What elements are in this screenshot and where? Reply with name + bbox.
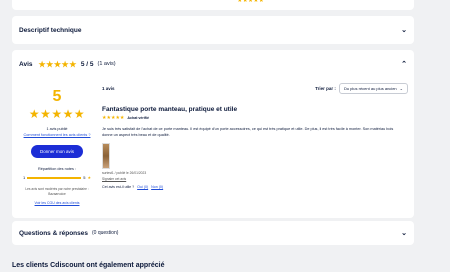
previous-section-strip: ★★★★★ xyxy=(12,0,414,10)
avis-score: 5 / 5 xyxy=(80,60,94,68)
review-title: Fantastique porte manteau, pratique et u… xyxy=(102,106,238,113)
descriptif-technique-section[interactable]: Descriptif technique ⌄ xyxy=(12,16,414,44)
helpful-no-button[interactable]: Non (0) xyxy=(151,185,163,189)
helpful-question: Cet avis est-il utile ? xyxy=(102,185,135,189)
review-photo[interactable] xyxy=(102,143,110,169)
rep-bar xyxy=(27,176,82,179)
report-link[interactable]: Signaler cet avis xyxy=(102,177,414,181)
rep-count: 1 xyxy=(22,175,26,180)
repartition-title: Répartition des notes : xyxy=(38,167,76,171)
review-author: surtest1 / publié le 26/01/2023 xyxy=(102,171,147,175)
avis-section: Avis ★★★★★ 5 / 5 (1 avis) ⌃ 5 ★★★★★ 1 av… xyxy=(12,50,414,218)
questions-section[interactable]: Questions & réponses (0 question) ⌄ xyxy=(12,221,414,245)
avis-header[interactable]: Avis ★★★★★ 5 / 5 (1 avis) ⌃ xyxy=(12,50,414,78)
big-score: 5 xyxy=(52,88,62,105)
star-icon: ★ xyxy=(87,175,92,180)
avis-stars: ★★★★★ xyxy=(38,59,77,69)
helpful-yes-button[interactable]: Oui (0) xyxy=(137,185,148,189)
cgu-link[interactable]: Voir les CGU des avis clients xyxy=(12,201,102,205)
chevron-down-icon[interactable]: ⌄ xyxy=(401,229,407,237)
verified-badge: Achat vérifié xyxy=(127,116,149,120)
rating-summary: 5 ★★★★★ 1 avis publié Comment fonctionne… xyxy=(12,80,102,205)
review-stars: ★★★★★ xyxy=(102,115,125,121)
review-text: Je suis très satisfait de l'achat de ce … xyxy=(102,127,394,137)
sort-select[interactable]: Du plus récent au plus ancien ⌄ xyxy=(338,82,408,94)
sort-label: Trier par : xyxy=(315,85,336,91)
rep-row-5[interactable]: 1 5 ★ xyxy=(12,175,102,180)
moderation-note: Les avis sont modérés par notre prestata… xyxy=(25,187,89,196)
reviews-count: 1 avis publié xyxy=(46,127,68,131)
chevron-up-icon[interactable]: ⌃ xyxy=(401,60,407,68)
avis-count: (1 avis) xyxy=(97,61,116,67)
chevron-down-icon: ⌄ xyxy=(399,85,403,91)
give-review-button[interactable]: Donner mon avis xyxy=(30,145,84,158)
descriptif-title: Descriptif technique xyxy=(19,26,82,34)
big-stars: ★★★★★ xyxy=(28,107,86,121)
top-rating-stars: ★★★★★ xyxy=(237,0,264,4)
questions-count: (0 question) xyxy=(92,230,119,236)
reviews-number: 1 avis xyxy=(102,85,115,91)
avis-title: Avis xyxy=(19,60,33,68)
rep-label: 5 xyxy=(83,175,86,180)
how-reviews-link[interactable]: Comment fonctionnent les avis clients ? xyxy=(12,133,102,137)
chevron-down-icon[interactable]: ⌄ xyxy=(401,26,407,34)
also-liked-title: Les clients Cdiscount ont également appr… xyxy=(12,262,165,269)
reviews-list: 1 avis Trier par : Du plus récent au plu… xyxy=(102,80,414,189)
questions-title: Questions & réponses xyxy=(19,229,88,237)
sort-value: Du plus récent au plus ancien xyxy=(343,85,397,91)
